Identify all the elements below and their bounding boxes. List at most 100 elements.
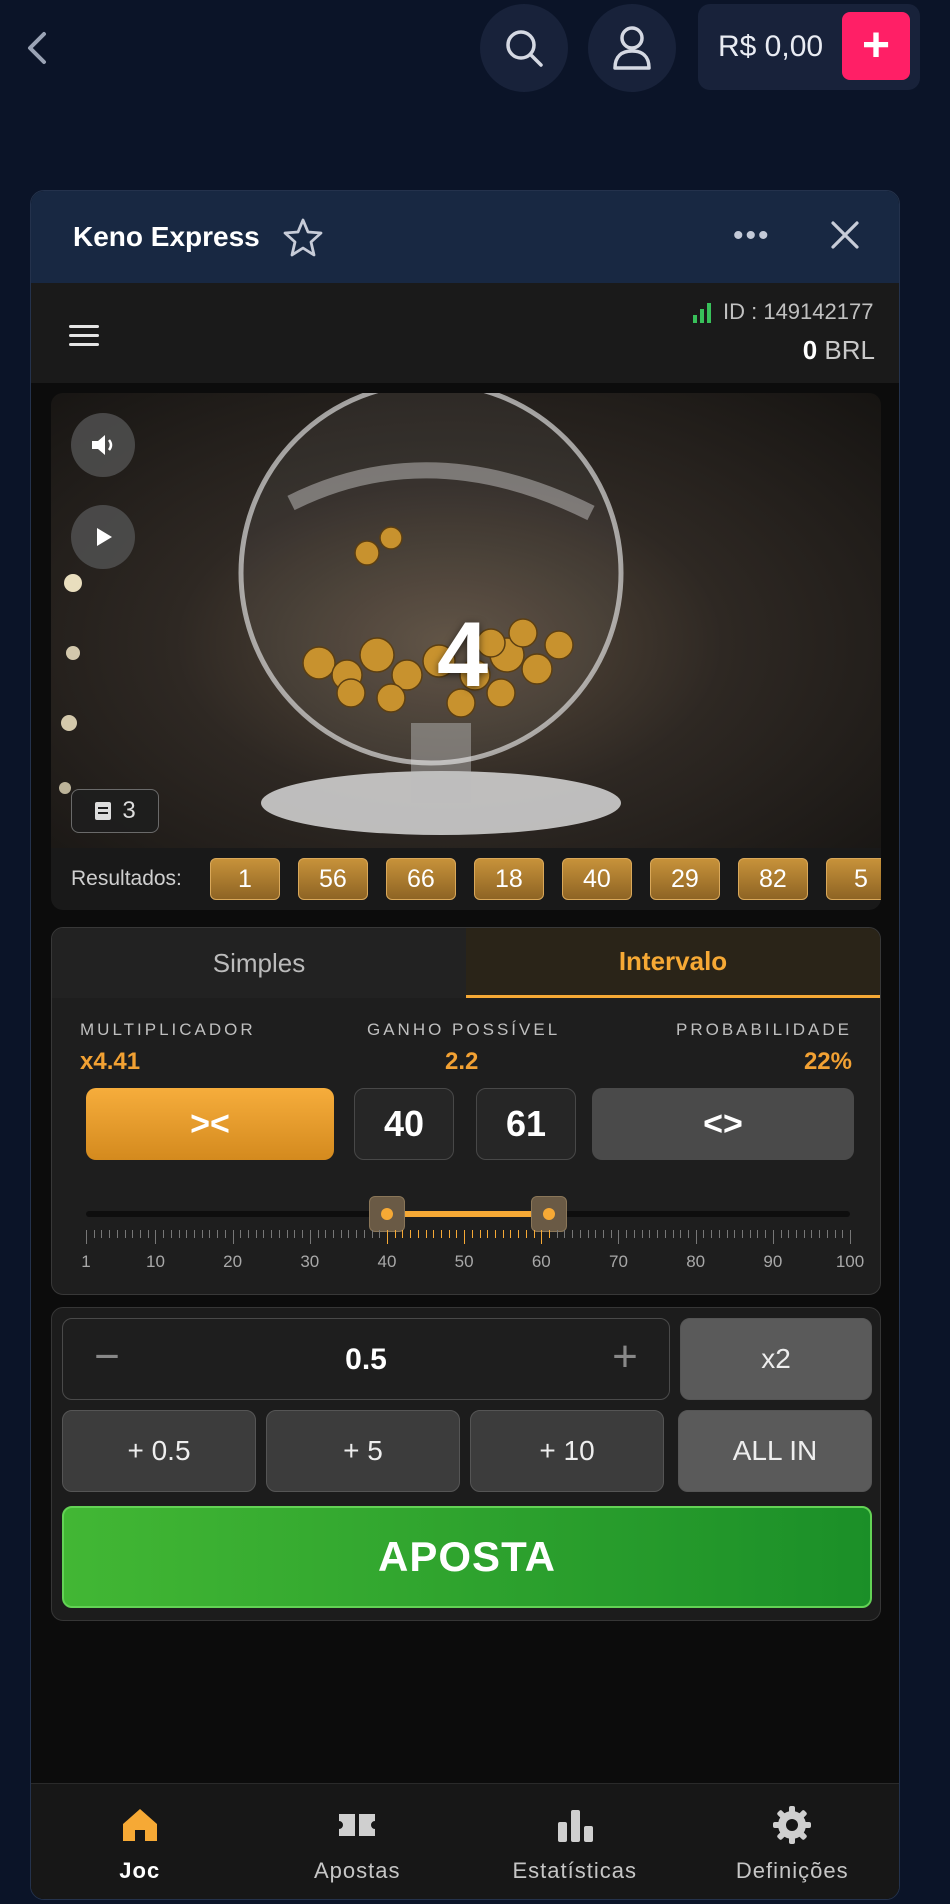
slider-tick (217, 1230, 219, 1238)
close-icon[interactable] (825, 215, 865, 255)
profile-button[interactable] (588, 4, 676, 92)
slider-tick (495, 1230, 496, 1238)
slider-tick (464, 1230, 466, 1244)
slider-tick (610, 1230, 612, 1238)
place-bet-button[interactable]: APOSTA (62, 1506, 872, 1608)
slider-tick (248, 1230, 250, 1238)
tab-intervalo[interactable]: Intervalo (466, 928, 880, 998)
quick-add-button[interactable]: + 10 (470, 1410, 664, 1492)
multiplier-value: x4.41 (80, 1048, 141, 1075)
slider-tick (309, 1230, 311, 1244)
slider-tick (410, 1230, 412, 1238)
nav-item-apostas[interactable]: Apostas (249, 1784, 467, 1899)
quick-add-button[interactable]: + 0.5 (62, 1410, 256, 1492)
wallet-balance[interactable]: R$ 0,00 + (698, 4, 920, 90)
hamburger-menu-icon[interactable] (69, 325, 99, 347)
slider-tick (163, 1230, 165, 1238)
widen-range-button[interactable]: <> (592, 1088, 854, 1160)
slider-tick (533, 1230, 535, 1238)
search-button[interactable] (480, 4, 568, 92)
game-balance: 0 BRL (802, 335, 875, 365)
results-strip: Resultados: 1 56 66 18 40 29 82 5 (51, 848, 881, 910)
range-max-value[interactable]: 61 (476, 1088, 576, 1160)
gear-icon (773, 1806, 812, 1844)
slider-tick (525, 1230, 527, 1238)
slider-tick (116, 1230, 118, 1238)
interval-panel: Simples Intervalo MULTIPLICADOR x4.41 GA… (51, 927, 881, 1295)
play-icon (97, 528, 112, 546)
slider-tick (556, 1230, 558, 1238)
slider-tick (765, 1230, 767, 1238)
slider-tick (626, 1230, 628, 1238)
increase-stake-button[interactable]: + (605, 1335, 645, 1383)
nav-item-definicoes[interactable]: Definições (684, 1784, 900, 1899)
nav-item-estatisticas[interactable]: Estatísticas (466, 1784, 684, 1899)
double-stake-button[interactable]: x2 (680, 1318, 872, 1400)
slider-tick-label: 80 (686, 1252, 706, 1271)
results-label: Resultados: (71, 867, 182, 890)
sound-toggle-button[interactable] (71, 413, 135, 477)
slider-ticks (86, 1230, 851, 1246)
slider-high-handle[interactable] (531, 1196, 568, 1232)
nav-label: Estatísticas (512, 1858, 637, 1883)
slider-tick (726, 1230, 728, 1238)
stake-input[interactable]: 0.5 (63, 1343, 669, 1377)
back-button[interactable] (22, 28, 52, 68)
slider-tick (595, 1230, 597, 1238)
slider-tick (703, 1230, 705, 1238)
top-bar: R$ 0,00 + (0, 0, 950, 100)
speaker-icon (92, 435, 113, 455)
slider-tick (549, 1230, 551, 1238)
slider-low-handle[interactable] (368, 1196, 405, 1232)
quick-add-button[interactable]: + 5 (266, 1410, 460, 1492)
all-in-button[interactable]: ALL IN (678, 1410, 872, 1492)
slider-tick (456, 1230, 458, 1238)
bet-mode-tabs: Simples Intervalo (52, 928, 880, 998)
slider-tick (255, 1230, 257, 1238)
slider-tick-label: 40 (377, 1252, 397, 1271)
narrow-range-button[interactable]: >< (86, 1088, 334, 1160)
slider-tick (579, 1230, 581, 1238)
bar-chart-icon (557, 1810, 593, 1842)
slider-tick-label: 100 (835, 1252, 865, 1271)
possible-gain-label: GANHO POSSÍVEL (367, 1020, 561, 1039)
more-options-button[interactable]: ••• (733, 219, 771, 253)
balance-amount: R$ 0,00 (718, 30, 824, 63)
user-icon (613, 26, 651, 70)
result-ball: 82 (737, 858, 808, 900)
favorite-star-icon[interactable] (282, 216, 324, 258)
slider-tick (170, 1230, 172, 1238)
slider-tick (819, 1230, 821, 1238)
slider-tick (618, 1230, 620, 1244)
slider-tick (348, 1230, 350, 1238)
slider-tick (271, 1230, 273, 1238)
result-ball: 56 (297, 858, 368, 900)
signal-icon (693, 301, 717, 323)
slider-tick (147, 1230, 149, 1238)
range-min-value[interactable]: 40 (354, 1088, 454, 1160)
play-button[interactable] (71, 505, 135, 569)
slider-tick (124, 1230, 126, 1238)
bet-panel: − 0.5 + x2 + 0.5 + 5 + 10 ALL IN APOSTA (51, 1307, 881, 1621)
slider-tick (440, 1230, 442, 1238)
tab-simples[interactable]: Simples (52, 928, 466, 998)
game-subbar: ID : 149142177 0 BRL (31, 283, 899, 383)
game-title: Keno Express (73, 221, 260, 252)
slider-tick (371, 1230, 373, 1238)
range-controls: >< 40 61 <> (52, 1088, 880, 1164)
slider-tick (201, 1230, 203, 1238)
slider-tick-label: 70 (609, 1252, 628, 1271)
slider-tick (93, 1230, 95, 1238)
game-card: Keno Express ••• ID : 149142177 0 BRL 4 … (30, 190, 900, 1900)
slider-tick (356, 1230, 358, 1238)
slider-tick (711, 1230, 713, 1238)
result-ball: 66 (385, 858, 456, 900)
bottom-navigation: Joc Apostas Estatísticas Definições (31, 1783, 900, 1899)
probability-label: PROBABILIDADE (676, 1020, 852, 1039)
nav-item-joc[interactable]: Joc (31, 1784, 249, 1899)
deposit-button[interactable]: + (842, 12, 910, 80)
ticket-icon (339, 1814, 376, 1836)
probability-value: 22% (803, 1048, 852, 1075)
slider-tick (510, 1230, 512, 1238)
slider-tick (695, 1230, 697, 1244)
